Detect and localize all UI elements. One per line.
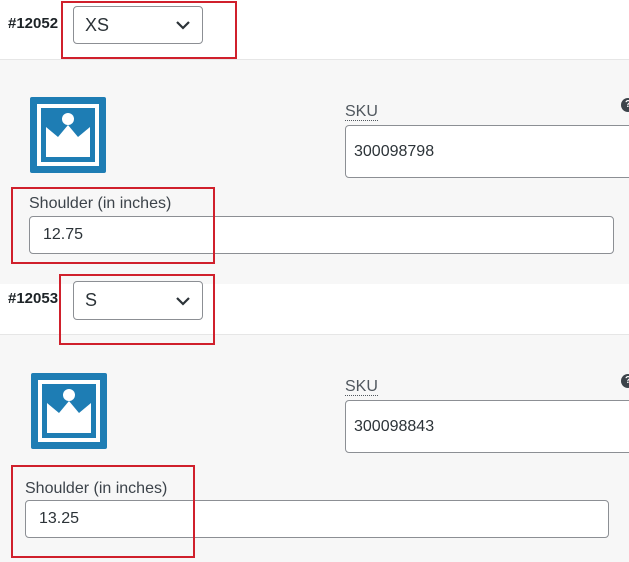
sku-label: SKU [345,378,378,396]
size-select[interactable]: S [73,281,203,320]
help-icon[interactable]: ? [621,374,629,388]
size-select[interactable]: XS [73,6,203,44]
shoulder-label: Shoulder (in inches) [25,480,168,497]
variation-image-button[interactable] [31,373,107,449]
image-placeholder-icon [38,380,100,442]
shoulder-input[interactable]: 12.75 [29,216,614,254]
shoulder-input-value: 12.75 [43,226,84,243]
size-select-value: XS [85,14,110,35]
variation-id: #12053 [8,290,59,307]
size-select-value: S [85,290,98,310]
variation-image-button[interactable] [30,97,106,173]
sku-input[interactable]: 300098843 [345,400,629,453]
help-icon[interactable]: ? [621,98,629,112]
variation-id: #12052 [8,15,59,32]
sku-input[interactable]: 300098798 [345,125,629,178]
sku-label: SKU [345,103,378,121]
shoulder-input-value: 13.25 [39,510,80,527]
sku-input-value: 300098843 [354,417,435,435]
image-placeholder-icon [37,104,99,166]
shoulder-label: Shoulder (in inches) [29,195,172,212]
shoulder-input[interactable]: 13.25 [25,500,609,538]
chevron-down-icon [176,21,190,30]
chevron-down-icon [176,296,190,306]
sku-input-value: 300098798 [354,142,435,160]
